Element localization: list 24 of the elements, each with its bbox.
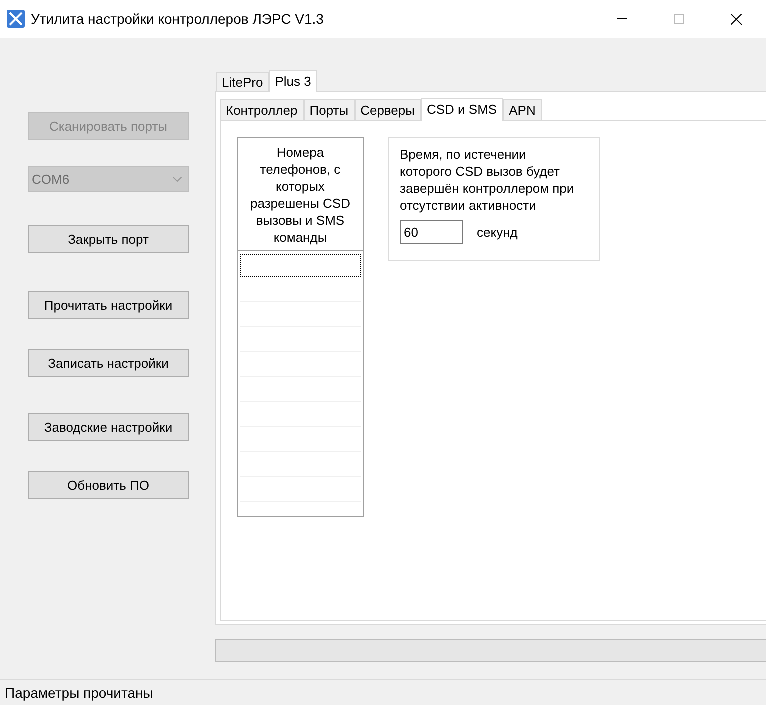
tab[interactable]: Серверы [354, 99, 421, 120]
timeout-field[interactable]: 60 [400, 220, 463, 244]
action-button[interactable]: Прочитать настройки [28, 291, 189, 319]
table-row[interactable] [240, 254, 361, 277]
minimize-icon[interactable] [617, 18, 627, 20]
unit-label: секунд [477, 224, 518, 240]
action-button[interactable]: Заводские настройки [28, 413, 189, 441]
tab[interactable]: CSD и SMS [421, 98, 504, 121]
timeout-description: Время, по истечении которого CSD вызов будет завершён контроллером при отсутствии активности [400, 146, 576, 214]
tab[interactable]: Порты [304, 99, 355, 120]
column-header: Номера телефонов, с которых разрешены CSD вызовы и SMS команды [238, 138, 363, 251]
maximize-icon[interactable] [674, 14, 684, 24]
chevron-icon [173, 176, 182, 182]
tab[interactable]: Контроллер [220, 99, 304, 120]
close-icon[interactable] [731, 14, 742, 24]
window-title: Утилита настройки контроллеров ЛЭРС V1.3 [31, 11, 324, 27]
app-icon [7, 10, 25, 28]
action-button[interactable]: Обновить ПО [28, 471, 189, 499]
status-text: Параметры прочитаны [5, 684, 154, 700]
tab[interactable]: LitePro [216, 72, 270, 91]
action-button[interactable]: Записать настройки [28, 349, 189, 377]
action-button[interactable]: Закрыть порт [28, 225, 189, 253]
tab[interactable]: APN [503, 99, 542, 120]
tab[interactable]: Plus 3 [269, 70, 318, 92]
